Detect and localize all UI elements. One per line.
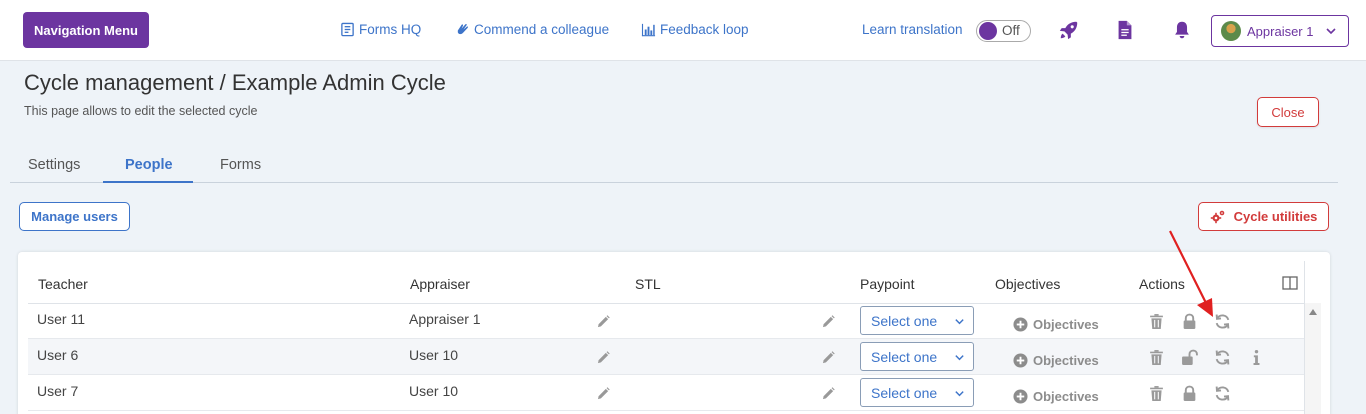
toggle-knob [979,22,997,40]
page-subtitle: This page allows to edit the selected cy… [24,104,258,118]
gears-icon [1210,210,1224,223]
objectives-label: Objectives [1033,353,1099,368]
top-navbar: Navigation Menu Forms HQ Commend a colle… [0,0,1366,61]
scroll-up-icon[interactable] [1309,309,1317,315]
appraiser-cell: User 10 [409,347,459,363]
feedback-loop-link[interactable]: Feedback loop [641,22,749,37]
toggle-state-label: Off [1002,23,1020,38]
paypoint-select-value: Select one [871,348,938,365]
unlock-icon[interactable] [1181,349,1198,366]
paypoint-select[interactable]: Select one [860,342,974,371]
user-menu-button[interactable]: Appraiser 1 [1211,15,1349,47]
forms-hq-label: Forms HQ [359,22,422,37]
objectives-label: Objectives [1033,389,1099,404]
form-icon [341,22,354,37]
edit-appraiser-pencil-icon[interactable] [597,387,610,400]
user-name: Appraiser 1 [1247,23,1314,39]
chevron-down-icon [955,319,964,325]
trash-icon[interactable] [1148,385,1165,402]
column-visibility-icon[interactable] [1282,276,1298,290]
tabs-divider [10,182,1338,183]
edit-stl-pencil-icon[interactable] [822,351,835,364]
cycle-utilities-label: Cycle utilities [1233,209,1318,224]
edit-stl-pencil-icon[interactable] [822,315,835,328]
commend-colleague-link[interactable]: Commend a colleague [455,22,609,37]
paypoint-select-value: Select one [871,384,938,401]
edit-appraiser-pencil-icon[interactable] [597,351,610,364]
teacher-cell: User 11 [37,311,85,327]
column-header-objectives[interactable]: Objectives [995,276,1060,292]
refresh-icon[interactable] [1214,385,1231,402]
document-icon[interactable] [1114,19,1136,41]
chevron-down-icon [1326,28,1337,35]
scrollbar[interactable] [1305,303,1321,414]
paypoint-select-value: Select one [871,312,938,329]
plus-circle-icon [1013,317,1028,332]
close-button[interactable]: Close [1257,97,1319,127]
objectives-label: Objectives [1033,317,1099,332]
rocket-icon[interactable] [1058,19,1080,41]
edit-appraiser-pencil-icon[interactable] [597,315,610,328]
clap-icon [457,23,468,35]
page-title: Cycle management / Example Admin Cycle [24,70,446,95]
table-row: User 7 User 10 Select one Objectives [28,375,1304,411]
chevron-down-icon [955,391,964,397]
tab-settings[interactable]: Settings [28,157,80,173]
column-header-stl[interactable]: STL [635,276,661,292]
edit-stl-pencil-icon[interactable] [822,387,835,400]
tab-people[interactable]: People [125,157,173,173]
plus-circle-icon [1013,353,1028,368]
commend-colleague-label: Commend a colleague [474,22,610,37]
appraiser-cell: User 10 [409,383,459,399]
manage-users-button[interactable]: Manage users [19,202,130,231]
annotation-arrow [1169,230,1213,317]
table-row: User 6 User 10 Select one Objectives [28,339,1304,375]
column-header-appraiser[interactable]: Appraiser [410,276,470,292]
navigation-menu-button[interactable]: Navigation Menu [23,12,149,48]
trash-icon[interactable] [1148,349,1165,366]
bar-chart-icon [641,23,656,37]
refresh-icon[interactable] [1214,349,1231,366]
learn-translation-label: Learn translation [862,22,963,37]
appraiser-cell: Appraiser 1 [409,311,481,327]
objectives-button[interactable]: Objectives [1013,353,1099,368]
objectives-button[interactable]: Objectives [1013,317,1099,332]
paypoint-select[interactable]: Select one [860,306,974,335]
tab-forms[interactable]: Forms [220,157,261,173]
translation-toggle[interactable]: Off [976,20,1031,42]
active-tab-indicator [103,181,193,183]
feedback-loop-label: Feedback loop [660,22,749,37]
column-header-teacher[interactable]: Teacher [38,276,88,292]
forms-hq-link[interactable]: Forms HQ [340,22,421,37]
table-row: User 11 Appraiser 1 Select one Objective… [28,303,1304,339]
plus-circle-icon [1013,389,1028,404]
bell-icon[interactable] [1171,19,1193,41]
chevron-down-icon [955,355,964,361]
teacher-cell: User 6 [37,347,79,363]
lock-icon[interactable] [1181,385,1198,402]
paypoint-select[interactable]: Select one [860,378,974,407]
objectives-button[interactable]: Objectives [1013,389,1099,404]
info-icon[interactable] [1248,349,1265,366]
teacher-cell: User 7 [37,383,79,399]
avatar [1221,21,1241,41]
column-header-paypoint[interactable]: Paypoint [860,276,914,292]
